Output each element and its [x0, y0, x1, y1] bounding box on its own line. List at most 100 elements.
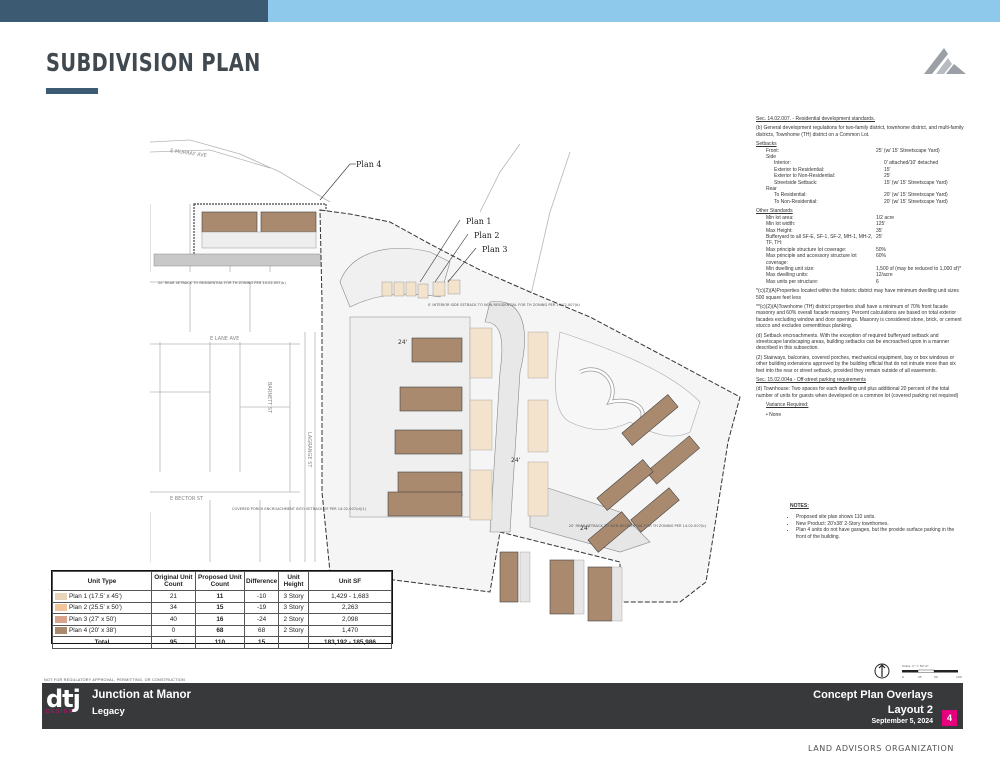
street-label: LAGRANGE ST: [306, 432, 312, 468]
unit-type-label: Plan 1 (17.5' x 45'): [69, 592, 122, 600]
sheet-date: September 5, 2024: [871, 718, 933, 725]
standard-label: To Non-Residential:: [774, 198, 818, 205]
parking-text: (d) Townhouse: Two spaces for each dwell…: [756, 386, 959, 399]
setbacks-list: Front: 25' (w/ 15' Streetscape Yard) Side I…: [756, 148, 964, 206]
project-name: Junction at Manor: [92, 689, 192, 701]
table-cell-difference: -24: [243, 613, 280, 626]
standard-value: 20' (w/ 15' Streetscape Yard): [884, 198, 948, 205]
table-cell-original: 21: [151, 590, 196, 603]
variance-item: None: [769, 411, 782, 418]
dim-label: 24': [398, 339, 408, 346]
notes-block: NOTES: Proposed site plan shows 110 unit…: [786, 503, 962, 541]
scale-tick: 25: [918, 675, 922, 679]
standard-value: 60%: [876, 253, 887, 260]
table-cell-proposed: 15: [194, 601, 245, 614]
unit-type-cell: Plan 1 (17.5' x 45'): [52, 590, 152, 603]
col-header: Unit Type: [52, 571, 152, 591]
color-swatch: [55, 627, 67, 635]
total-cell-proposed: 110: [194, 636, 245, 649]
organization-name: LAND ADVISORS ORGANIZATION: [807, 744, 954, 753]
parking-heading: Sec. 15.02.004a - Off-street parking req…: [756, 377, 866, 384]
table-cell-sf: 2,263: [308, 601, 392, 614]
dim-label: 24': [511, 457, 521, 464]
standard-row: Max principle and accessory structure lo…: [756, 253, 964, 266]
plan4-buildings-south: [499, 551, 613, 622]
standard-row: To Non-Residential: 20' (w/ 15' Streetsca…: [756, 199, 964, 205]
notes-heading: NOTES:: [790, 503, 809, 509]
layout-label: Layout 2: [887, 704, 933, 716]
dtj-logo-text: dtj: [46, 685, 81, 713]
note-item: New Product: 20'x38' 2-Story townhomes.: [796, 521, 962, 528]
client-name: Legacy: [92, 706, 125, 717]
plan4-cluster-top: [193, 203, 327, 257]
standards-note: **(c)(2)(A)Townhome (TH) district proper…: [756, 303, 962, 330]
standard-label: Max units per structure:: [766, 278, 819, 285]
unit-type-label: Plan 4 (20' x 38'): [69, 627, 117, 635]
unit-type-cell: Plan 3 (27' x 50'): [52, 613, 152, 626]
table-cell-sf: 2,098: [308, 613, 392, 626]
notes-list: Proposed site plan shows 110 units.New P…: [786, 514, 962, 541]
table-cell-height: 3 Story: [278, 601, 309, 614]
disclaimer: NOT FOR REGULATORY APPROVAL, PERMITTING,…: [44, 678, 185, 682]
color-swatch: [55, 592, 67, 600]
table-row: Plan 1 (17.5' x 45') 21 11 -10 3 Story 1,429 …: [52, 590, 392, 603]
street-label: E LANE AVE: [210, 336, 239, 342]
unit-type-cell: Plan 2 (25.5' x 50'): [52, 601, 152, 614]
scale-bar: Scale: 1" = 50'-0" 0 25 50 100: [874, 663, 962, 679]
col-header: Proposed Unit Count: [194, 571, 245, 591]
scale-label: Scale: 1" = 50'-0": [902, 664, 929, 668]
table-cell-sf: 1,470: [308, 624, 392, 637]
standard-label: Max principle and accessory structure lo…: [766, 253, 857, 266]
header-bar-dark: [0, 0, 268, 22]
note-item: Plan 4 units do not have garages, but th…: [796, 527, 962, 541]
scale-tick: 100: [956, 675, 962, 679]
standards-note: (d) Setback encroachments. With the exce…: [756, 332, 950, 352]
table-cell-proposed: 11: [194, 590, 245, 603]
setback-note: 20' REAR SETBACK TO NON-RESIDENTIAL FOR …: [569, 524, 707, 528]
table-row: Plan 3 (27' x 50') 40 16 -24 2 Story 2,098: [52, 613, 392, 626]
total-cell-height: [278, 636, 309, 649]
variance-heading: Variance Required:: [766, 402, 809, 409]
dtj-logo: dtj DESIGN: [46, 687, 84, 725]
standard-row: Max units per structure: 6: [756, 279, 964, 285]
standard-value: 25': [876, 233, 883, 240]
standards-note: (2) Stairways, balconies, covered porche…: [756, 354, 956, 374]
table-total-row: Total 95 110 15 183,192 - 185,986: [52, 636, 392, 649]
col-header: Unit Height: [278, 571, 309, 591]
note-item: Proposed site plan shows 110 units.: [796, 514, 962, 521]
col-header: Unit SF: [308, 571, 392, 591]
unit-summary-table: Unit Type Original Unit Count Proposed U…: [51, 570, 393, 649]
scale-tick: 50: [934, 675, 938, 679]
callout-plan1: Plan 1: [466, 217, 492, 226]
standards-intro: (b) General development regulations for …: [756, 125, 964, 138]
footer-bar: dtj DESIGN Junction at Manor Legacy Conc…: [42, 683, 963, 729]
street-label: E BECTOR ST: [170, 496, 204, 502]
scale-tick: 0: [902, 675, 904, 679]
sheet-title: Concept Plan Overlays: [813, 689, 933, 701]
standard-label: Bufferyard to all SF-E, SF-1, SF-2, MH-1…: [766, 233, 873, 247]
setback-note: 20' REAR SETBACK TO RESIDENTIAL FOR TH Z…: [158, 281, 286, 285]
table-row: Plan 2 (25.5' x 50') 34 15 -19 3 Story 2,263: [52, 601, 392, 614]
street-label: E MURRAY AVE: [170, 148, 207, 159]
total-cell-label: Total: [52, 636, 152, 649]
col-header: Difference: [243, 571, 280, 591]
development-standards: Sec. 14.02.007. - Residential developmen…: [756, 116, 964, 418]
total-cell-difference: 15: [243, 636, 280, 649]
unit-type-label: Plan 3 (27' x 50'): [69, 615, 117, 623]
unit-type-cell: Plan 4 (20' x 38'): [52, 624, 152, 637]
title-underline: [46, 88, 98, 94]
setback-note: COVERED PORCH ENCROACHMENT INTO SETBACK …: [232, 507, 367, 511]
table-cell-proposed: 68: [194, 624, 245, 637]
standard-row: Bufferyard to all SF-E, SF-1, SF-2, MH-1…: [756, 234, 964, 247]
other-standards-list: Min lot area: 1/2 acre Min lot width: 125' M…: [756, 215, 964, 285]
road-strip: [153, 253, 323, 267]
page-number: 4: [942, 710, 957, 726]
color-swatch: [55, 604, 67, 612]
table-cell-difference: -10: [243, 590, 280, 603]
street-label: BARNETT ST: [266, 382, 272, 414]
standard-value: 6: [876, 278, 879, 285]
total-cell-original: 95: [151, 636, 196, 649]
table-cell-original: 34: [151, 601, 196, 614]
callout-plan4: Plan 4: [356, 160, 382, 169]
table-cell-height: 3 Story: [278, 590, 309, 603]
